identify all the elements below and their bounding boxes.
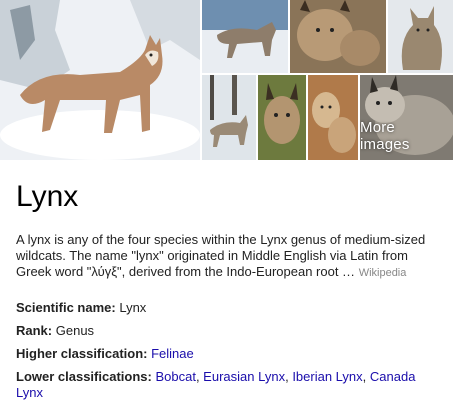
fact-label: Higher classification:: [16, 346, 148, 361]
fact-higher-classification: Higher classification: Felinae: [16, 346, 446, 362]
fact-lower-classifications: Lower classifications: Bobcat, Eurasian …: [16, 369, 416, 400]
bobcat-link[interactable]: Bobcat: [155, 369, 195, 384]
lynx-image-lying[interactable]: More images: [360, 75, 453, 160]
entity-title: Lynx: [16, 180, 79, 213]
fact-label: Lower classifications:: [16, 369, 152, 384]
fact-value: Lynx: [119, 300, 147, 315]
fact-value: Genus: [55, 323, 95, 338]
lynx-image-forest[interactable]: [202, 75, 256, 160]
iberian-lynx-link[interactable]: Iberian Lynx: [292, 369, 362, 384]
eurasian-lynx-link[interactable]: Eurasian Lynx: [203, 369, 285, 384]
lynx-image-main[interactable]: [0, 0, 200, 160]
fact-label: Rank:: [16, 323, 53, 338]
more-images-link[interactable]: More images: [360, 119, 447, 153]
fact-rank: Rank: Genus: [16, 323, 446, 339]
lynx-image-walking[interactable]: [202, 0, 288, 73]
lynx-image-mother-kitten[interactable]: [290, 0, 386, 73]
knowledge-panel: More images Lynx A lynx is any of the fo…: [0, 0, 453, 414]
wikipedia-source-link[interactable]: Wikipedia: [359, 267, 407, 279]
lynx-image-pair[interactable]: [308, 75, 358, 160]
fact-label: Scientific name:: [16, 300, 116, 315]
lynx-image-portrait[interactable]: [258, 75, 306, 160]
felinae-link[interactable]: Felinae: [151, 346, 194, 361]
fact-scientific-name: Scientific name: Lynx: [16, 300, 446, 316]
entity-description: A lynx is any of the four species within…: [16, 232, 446, 281]
lynx-image-sitting[interactable]: [388, 0, 453, 73]
image-grid: More images: [0, 0, 453, 160]
